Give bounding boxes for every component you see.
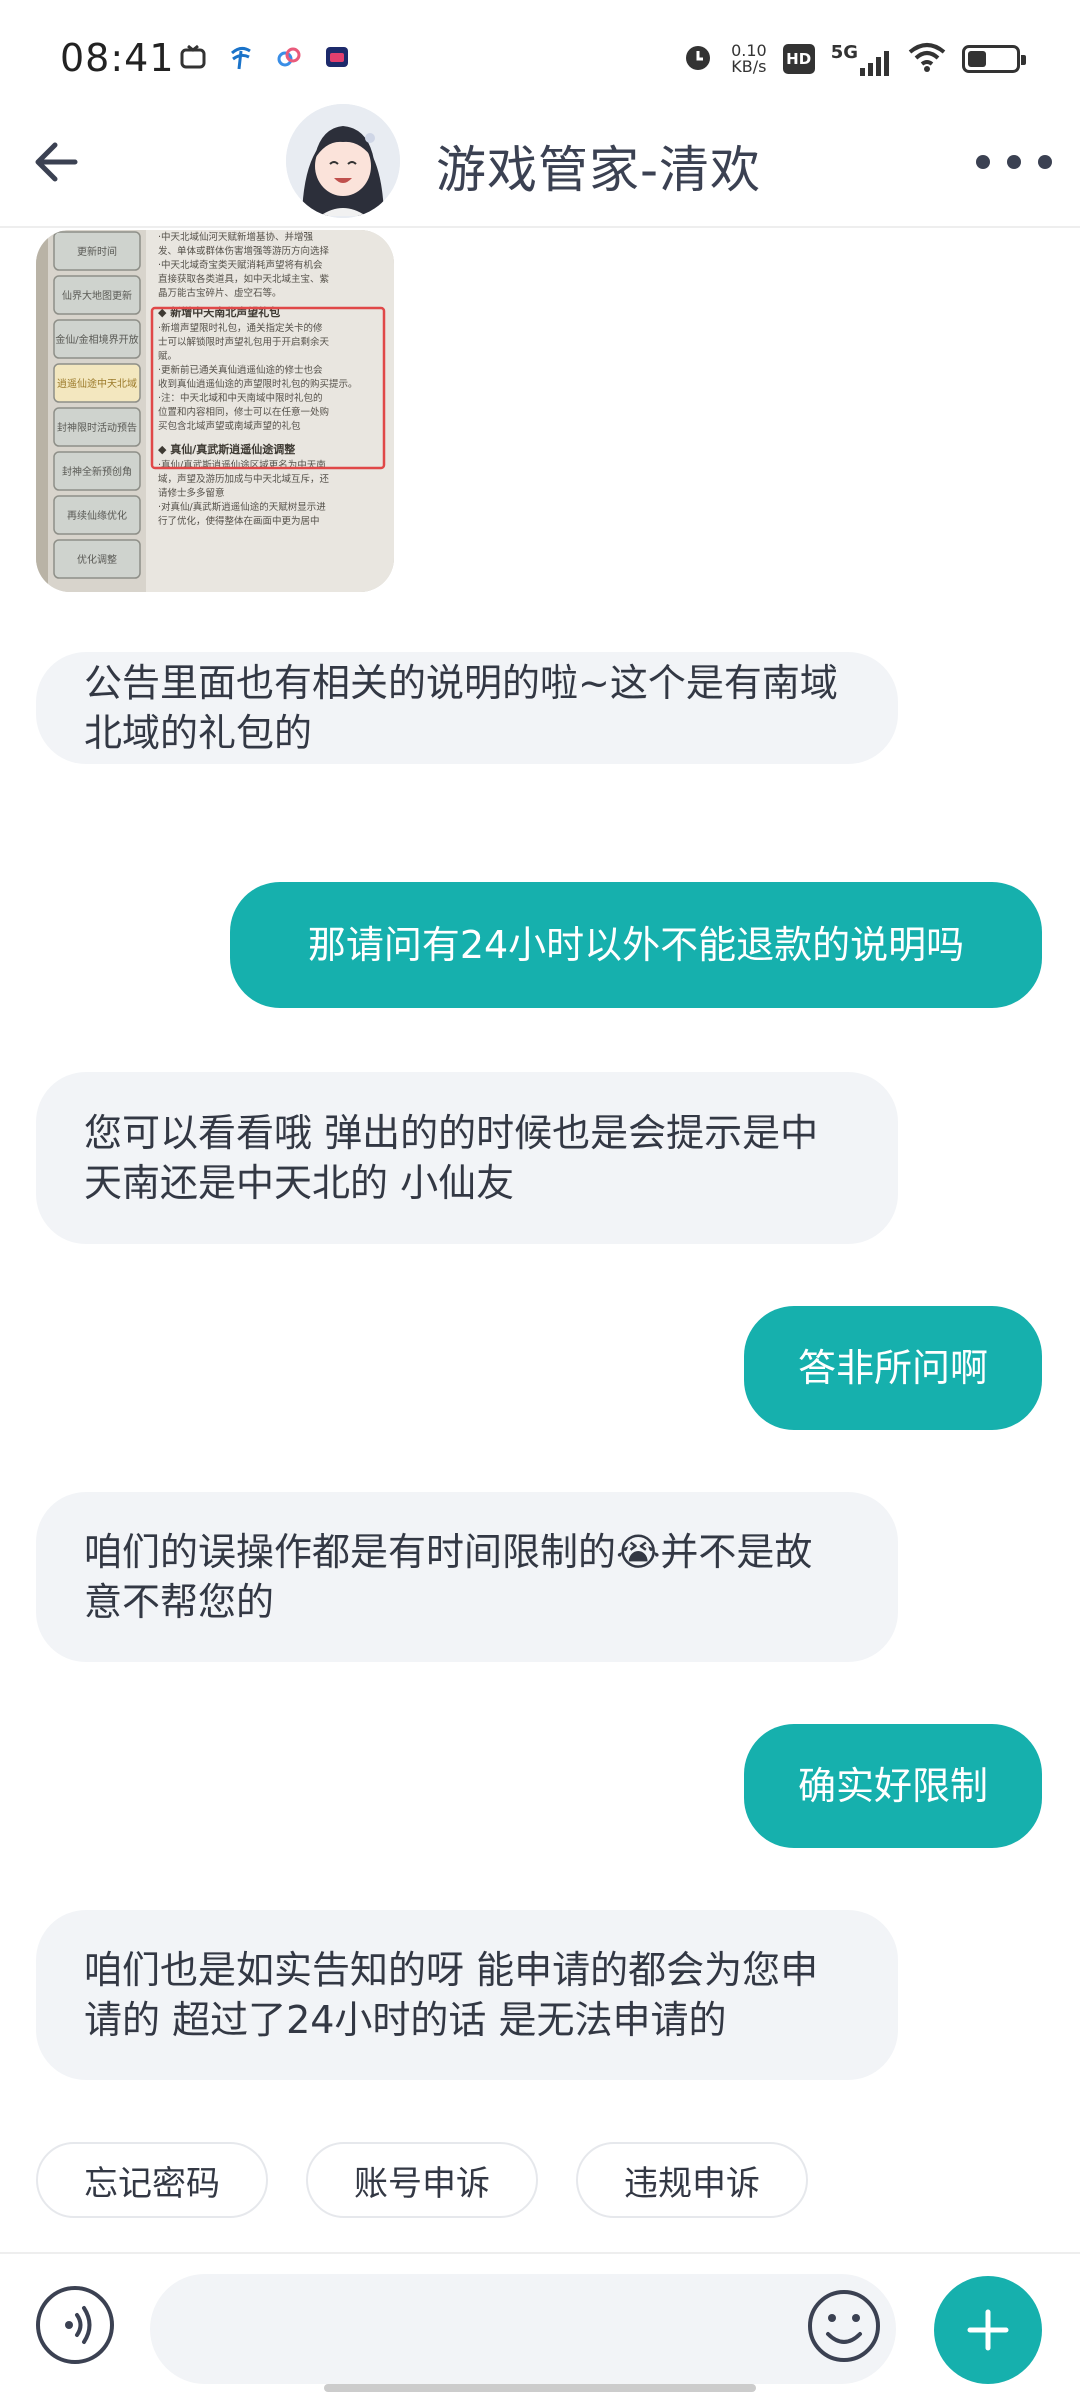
image-notice-line: 位置和内容相同，修士可以在任意一处购 <box>158 406 329 418</box>
image-notice-line: ·对真仙/真武斯逍遥仙途的天赋树显示进 <box>158 501 326 513</box>
message-outgoing: 答非所问啊 <box>744 1306 1042 1430</box>
quick-reply-forgot-password[interactable]: 忘记密码 <box>36 2142 268 2218</box>
image-notice-line: 请修士多多留意 <box>158 487 225 499</box>
image-notice-line: 士可以解锁限时声望礼包用于开启剩余天 <box>158 336 330 348</box>
image-notice-line: ·中天北域奇宝类天赋消耗声望将有机会 <box>158 259 323 271</box>
image-notice-line: 域，声望及游历加成与中天北域互斥，还 <box>158 473 330 485</box>
image-menu-label: 优化调整 <box>77 553 117 566</box>
message-incoming: 咱们也是如实告知的呀 能申请的都会为您申请的 超过了24小时的话 是无法申请的 <box>36 1910 898 2080</box>
image-menu-label: 封神限时活动预告 <box>57 421 137 434</box>
image-menu-button: 优化调整 <box>53 539 141 579</box>
image-menu-label: 仙界大地图更新 <box>62 289 132 302</box>
plus-button[interactable] <box>934 2276 1042 2384</box>
image-menu-button: 逍遥仙途中天北域 <box>53 363 141 403</box>
image-menu-label: 封神全新预创角 <box>62 465 132 478</box>
image-notice-line: 发、单体或群体伤害增强等游历方向选择 <box>158 245 330 257</box>
image-menu-button: 再续仙缘优化 <box>53 495 141 535</box>
telecom-app-icon <box>226 42 256 72</box>
image-notice-line: 收到真仙逍遥仙途的声望限时礼包的购买提示。 <box>158 378 358 390</box>
message-incoming: 您可以看看哦 弹出的的时候也是会提示是中天南还是中天北的 小仙友 <box>36 1072 898 1244</box>
image-menu-button: 更新时间 <box>53 231 141 271</box>
wifi-icon <box>908 42 946 76</box>
notification-icons <box>178 42 352 72</box>
image-notice-line: ·更新前已通关真仙逍遥仙途的修士也会 <box>158 364 323 376</box>
battery-icon <box>962 45 1026 73</box>
image-menu-label: 金仙/金相境界开放 <box>55 333 138 346</box>
emoji-icon <box>808 2290 880 2362</box>
message-list[interactable]: 更新时间仙界大地图更新 金仙/金相境界开放 逍遥仙途中天北域 封神限时活动预告 封神全新… <box>0 230 1080 2090</box>
image-notice-line: 晶万能古宝碎片、虚空石等。 <box>158 287 282 299</box>
image-menu-label: 逍遥仙途中天北域 <box>57 377 137 390</box>
image-notice-line: ·中天北域仙河天赋新增基协、并增强 <box>158 231 314 243</box>
message-outgoing: 确实好限制 <box>744 1724 1042 1848</box>
image-menu-button: 封神限时活动预告 <box>53 407 141 447</box>
image-notice-line: 行了优化，使得整体在画面中更为居中 <box>158 515 320 527</box>
image-menu-label: 再续仙缘优化 <box>67 509 127 522</box>
plus-icon <box>967 2309 1009 2351</box>
back-button[interactable] <box>24 130 88 194</box>
image-notice-line: ◆ 真仙/真武斯逍遥仙途调整 <box>158 442 295 456</box>
quick-replies: 忘记密码 账号申诉 违规申诉 <box>36 2142 808 2218</box>
message-incoming: 公告里面也有相关的说明的啦~这个是有南域北域的礼包的 <box>36 652 898 764</box>
alarm-icon <box>681 40 715 78</box>
image-notice-line: 赋。 <box>158 351 177 362</box>
image-notice-line: 买包含北域声望或南域声望的礼包 <box>158 420 301 432</box>
chat-title: 游戏管家-清欢 <box>436 141 762 199</box>
image-menu-button: 金仙/金相境界开放 <box>53 319 141 359</box>
image-menu-button: 封神全新预创角 <box>53 451 141 491</box>
network-speed: 0.10 KB/s <box>731 41 767 76</box>
image-notice-line: 直接获取各类道具，如中天北域主宝、紫 <box>158 273 330 285</box>
cellular-signal-icon: 5G <box>831 42 892 76</box>
arrow-left-icon <box>35 142 78 182</box>
quick-reply-account-appeal[interactable]: 账号申诉 <box>306 2142 538 2218</box>
more-icon <box>976 155 990 169</box>
voice-icon <box>65 2306 92 2344</box>
message-incoming: 咱们的误操作都是有时间限制的😭并不是故意不帮您的 <box>36 1492 898 1662</box>
quick-reply-violation-appeal[interactable]: 违规申诉 <box>576 2142 808 2218</box>
emoji-button[interactable] <box>804 2286 884 2366</box>
image-notice-line: ·新增声望限时礼包，通关指定关卡的修 <box>158 322 323 334</box>
image-menu-button: 仙界大地图更新 <box>53 275 141 315</box>
more-button[interactable] <box>976 140 1052 184</box>
chat-header: 游戏管家-清欢 <box>0 100 1080 228</box>
system-status-icons: 0.10 KB/s HD 5G <box>681 40 1026 78</box>
image-message[interactable]: 更新时间仙界大地图更新 金仙/金相境界开放 逍遥仙途中天北域 封神限时活动预告 封神全新… <box>36 230 394 592</box>
tv-app-icon <box>178 42 208 72</box>
message-outgoing: 那请问有24小时以外不能退款的说明吗 <box>230 882 1042 1008</box>
status-time: 08:41 <box>60 36 175 80</box>
home-indicator[interactable] <box>324 2384 756 2392</box>
message-input[interactable] <box>150 2274 896 2384</box>
voice-button[interactable] <box>36 2286 114 2364</box>
hd-badge: HD <box>782 44 815 74</box>
avatar[interactable] <box>286 104 400 218</box>
input-bar <box>0 2252 1080 2400</box>
image-notice-line: ·注：中天北域和中天南域中限时礼包的 <box>158 392 323 404</box>
cloud-app-icon <box>274 42 304 72</box>
image-menu-label: 更新时间 <box>77 245 117 258</box>
bilibili-app-icon <box>322 42 352 72</box>
battery-level <box>968 51 987 67</box>
